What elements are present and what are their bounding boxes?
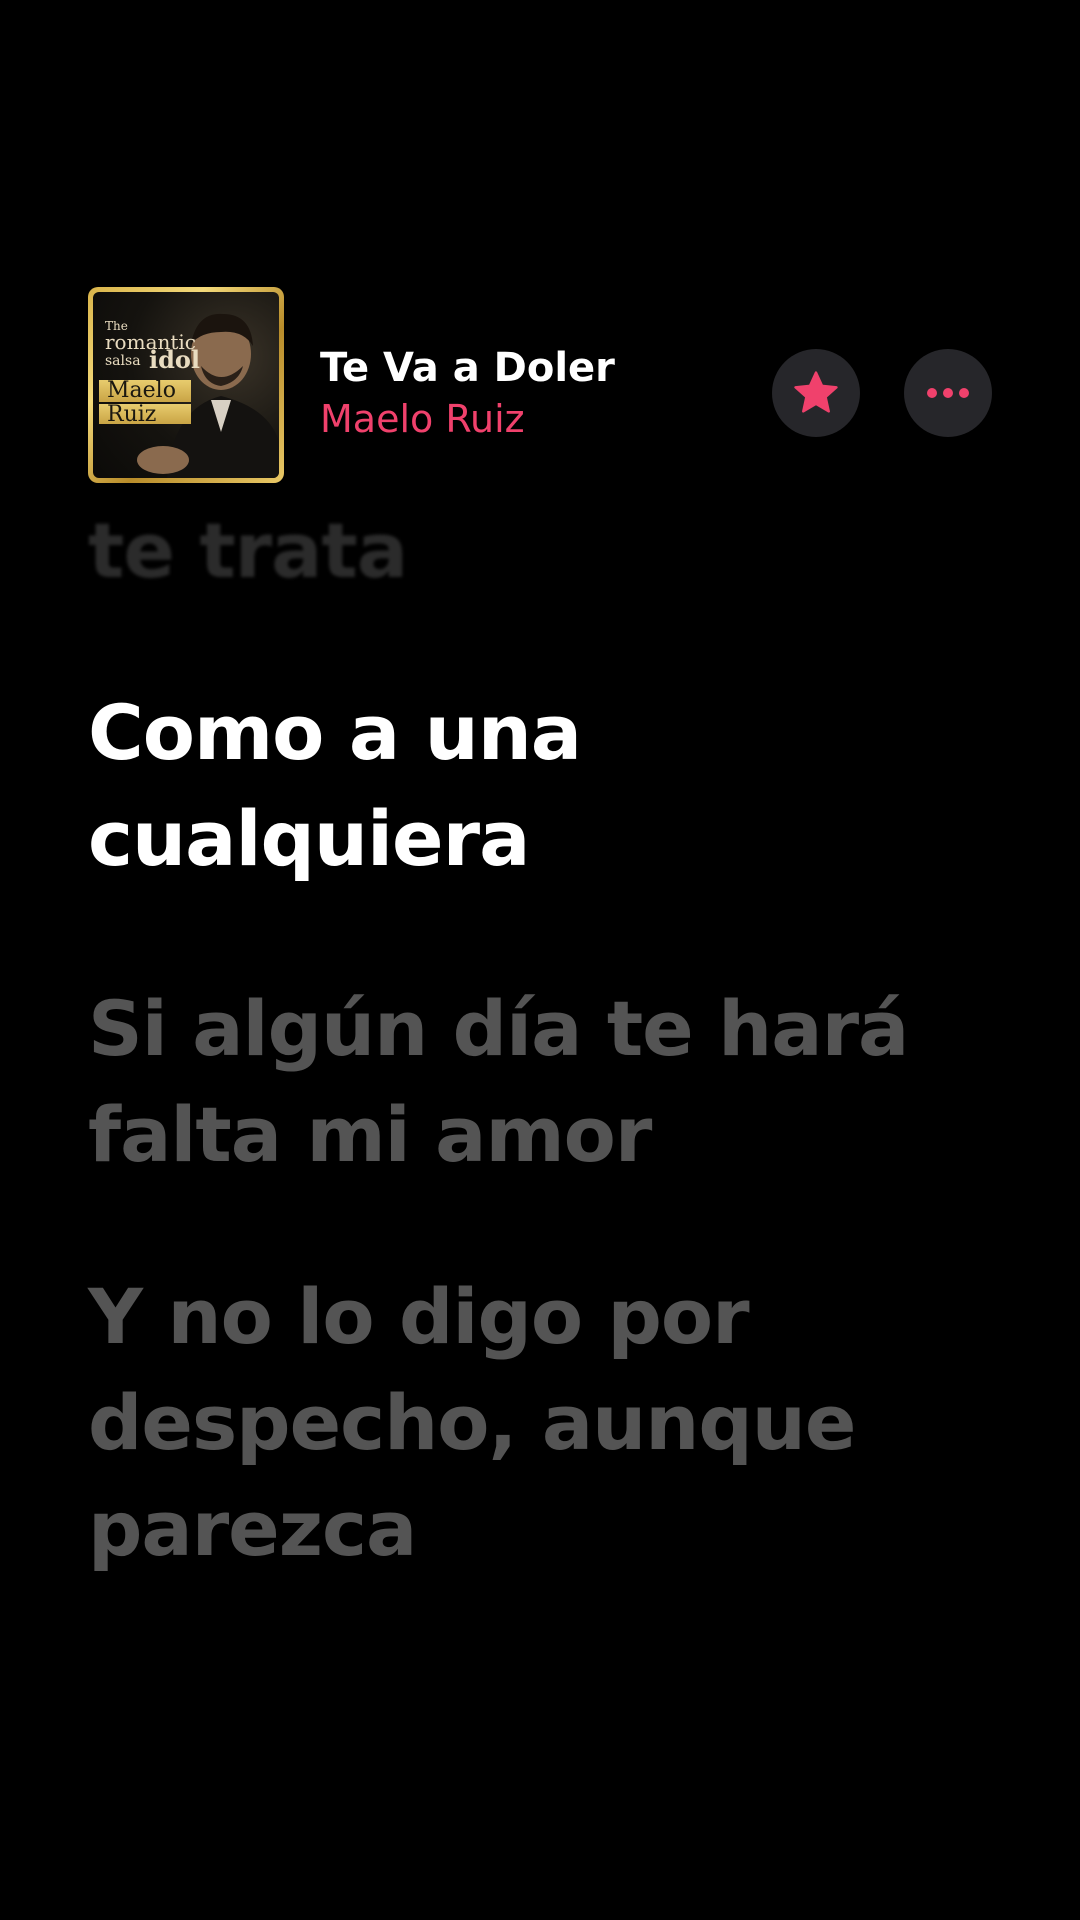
album-art-name-first: Maelo [99,380,191,402]
artist-name[interactable]: Maelo Ruiz [320,397,525,441]
lyric-line-current[interactable]: Como a una cualquiera [88,680,988,892]
star-icon [794,371,838,413]
ellipsis-icon [927,388,969,398]
favorite-button[interactable] [772,349,860,437]
lyric-line-next[interactable]: Si algún día te hará falta mi amor [88,976,988,1188]
song-title[interactable]: Te Va a Doler [320,345,615,391]
album-artwork-image: The romantic salsa idol Maelo Ruiz [93,292,279,478]
album-artwork[interactable]: The romantic salsa idol Maelo Ruiz [88,287,284,483]
album-art-text-idol: idol [149,345,201,374]
lyric-line-next[interactable]: Y no lo digo por despecho, aunque parezc… [88,1264,988,1582]
more-options-button[interactable] [904,349,992,437]
lyric-line-previous[interactable]: te trata [88,498,988,604]
now-playing-header: The romantic salsa idol Maelo Ruiz Te Va… [88,287,992,483]
album-art-text-salsa: salsa [105,353,141,369]
album-art-name-last: Ruiz [99,404,191,424]
